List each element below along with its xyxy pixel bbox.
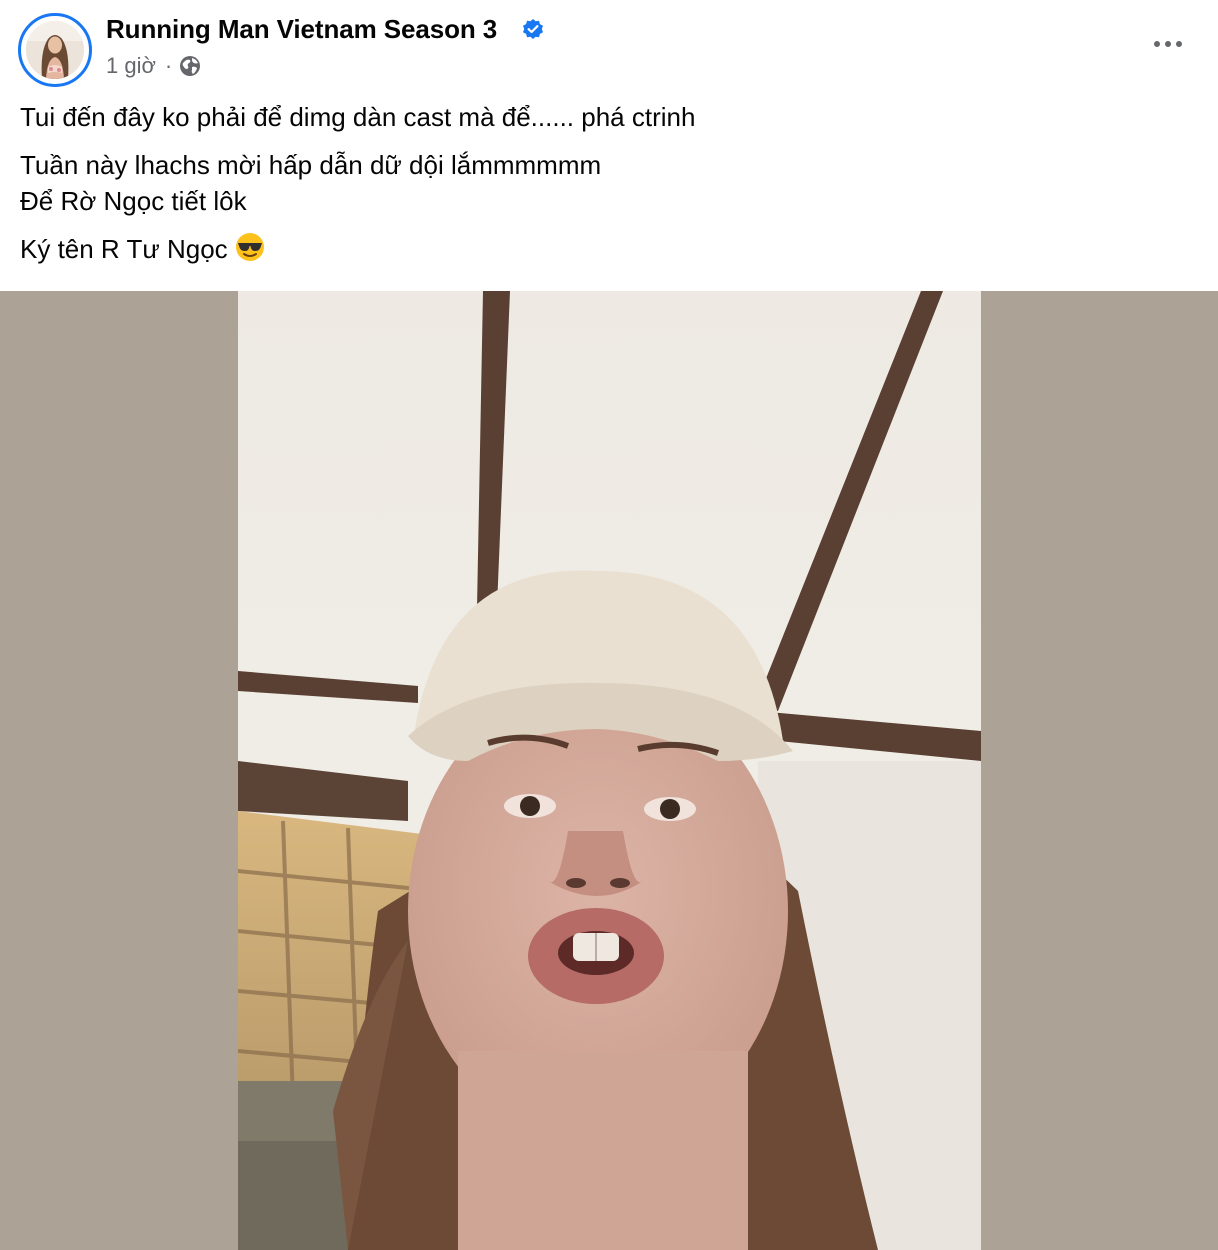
page-avatar[interactable] <box>18 13 92 87</box>
post-text-line: Để Rờ Ngọc tiết lôk <box>20 186 247 216</box>
globe-icon[interactable] <box>179 55 201 77</box>
post-signature-line: Ký tên R Tư Ngọc <box>20 231 1200 267</box>
page-name-link[interactable]: Running Man Vietnam Season 3 <box>106 14 497 45</box>
post-photo[interactable] <box>238 291 981 1250</box>
meta-separator: · <box>164 53 173 78</box>
post-text-line: Tuần này lhachs mời hấp dẫn dữ dội lắmmm… <box>20 150 602 180</box>
more-dot <box>1165 41 1171 47</box>
post-media[interactable] <box>0 291 1218 1250</box>
more-dot <box>1176 41 1182 47</box>
post-text-line: Tui đến đây ko phải để dimg dàn cast mà … <box>20 102 696 132</box>
avatar-image <box>26 21 84 79</box>
facebook-post: Running Man Vietnam Season 3 1 giờ · Tui… <box>0 0 1218 1250</box>
sunglasses-emoji-icon <box>235 233 264 261</box>
more-options-button[interactable] <box>1148 30 1188 58</box>
post-header: Running Man Vietnam Season 3 1 giờ · <box>0 0 1218 92</box>
verified-badge-icon <box>523 19 543 39</box>
post-timestamp[interactable]: 1 giờ <box>106 53 156 79</box>
post-meta: 1 giờ · <box>106 53 201 79</box>
post-text: Tui đến đây ko phải để dimg dàn cast mà … <box>20 99 1200 267</box>
more-dot <box>1154 41 1160 47</box>
post-text-line: Ký tên R Tư Ngọc <box>20 234 228 264</box>
